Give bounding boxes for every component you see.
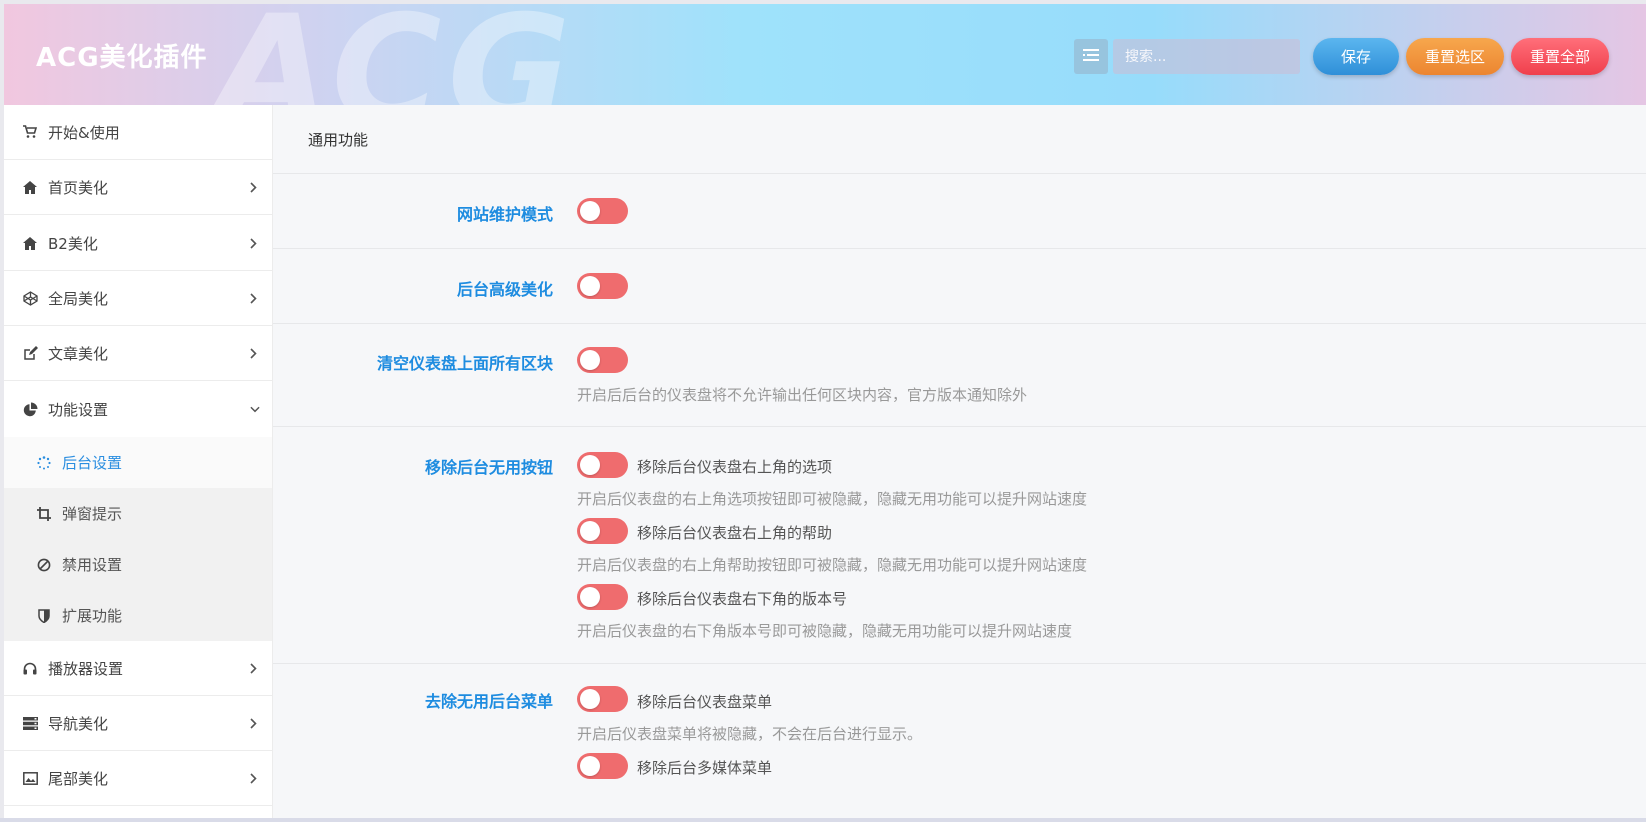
field-description: 开启后后台的仪表盘将不允许输出任何区块内容，官方版本通知除外 [577, 386, 1028, 404]
field-label: 后台高级美化 [456, 280, 553, 299]
shield-icon [36, 608, 52, 624]
reset-section-button[interactable]: 重置选区 [1406, 38, 1504, 75]
toggle-knob [580, 201, 600, 221]
sidebar-item-start[interactable]: 开始&使用 [4, 105, 272, 160]
home-icon [22, 235, 38, 251]
field-description: 开启后仪表盘菜单将被隐藏，不会在后台进行显示。 [577, 725, 923, 743]
sidebar-subitem-label: 扩展功能 [62, 607, 123, 625]
chevron-right-icon [250, 717, 260, 729]
header-watermark: ACG [214, 4, 577, 105]
ban-icon [36, 557, 52, 573]
sidebar-item-label: B2美化 [48, 234, 98, 253]
sidebar-item-home[interactable]: 首页美化 [4, 160, 272, 215]
toggle-text: 移除后台仪表盘右上角的选项 [637, 458, 833, 476]
field-label: 清空仪表盘上面所有区块 [376, 354, 553, 373]
remove-version-toggle[interactable] [577, 584, 628, 610]
search-input[interactable] [1113, 39, 1300, 74]
sidebar-item-global[interactable]: 全局美化 [4, 271, 272, 326]
pie-chart-icon [22, 402, 38, 418]
spinner-icon [36, 455, 52, 471]
sidebar-item-label: 文章美化 [48, 344, 109, 363]
sidebar-item-article[interactable]: 文章美化 [4, 326, 272, 381]
home-icon [22, 179, 38, 195]
menu-toggle-button[interactable] [1074, 39, 1108, 74]
field-admin-beautify: 后台高级美化 [273, 249, 1646, 324]
chevron-right-icon [250, 237, 260, 249]
chevron-down-icon [250, 404, 260, 416]
list-icon [1083, 47, 1099, 66]
sidebar-subitem-label: 后台设置 [62, 454, 123, 472]
crop-icon [36, 506, 52, 522]
sidebar-item-label: 导航美化 [48, 714, 109, 733]
sidebar-item-label: 播放器设置 [48, 659, 124, 678]
sidebar-subitem-admin-settings[interactable]: 后台设置 [4, 437, 272, 488]
edit-icon [22, 345, 38, 361]
sidebar-item-footer[interactable]: 尾部美化 [4, 751, 272, 806]
toggle-knob [580, 350, 600, 370]
chevron-right-icon [250, 662, 260, 674]
chevron-right-icon [250, 181, 260, 193]
sidebar-item-b2[interactable]: B2美化 [4, 216, 272, 271]
app-window: ACG ACG美化插件 保存 重置选区 重置全部 开始&使用 首页美化 B2美化 [4, 4, 1646, 822]
sidebar-item-player[interactable]: 播放器设置 [4, 641, 272, 696]
toggle-text: 移除后台仪表盘右下角的版本号 [637, 590, 848, 608]
maintenance-toggle[interactable] [577, 198, 628, 224]
toggle-knob [580, 521, 600, 541]
sidebar-subitem-label: 弹窗提示 [62, 505, 123, 523]
sidebar-item-label: 首页美化 [48, 178, 109, 197]
remove-dashboard-menu-toggle[interactable] [577, 686, 628, 712]
window-bottom-edge [0, 818, 1646, 822]
chevron-right-icon [250, 347, 260, 359]
save-button[interactable]: 保存 [1313, 38, 1399, 75]
sidebar-item-label: 功能设置 [48, 401, 109, 419]
toggle-knob [580, 455, 600, 475]
main-panel: 通用功能 网站维护模式 后台高级美化 清空仪表盘上面所有区块 开启后后台的仪表盘… [273, 105, 1646, 822]
sidebar-subitem-disable[interactable]: 禁用设置 [4, 539, 272, 590]
chevron-right-icon [250, 292, 260, 304]
sidebar-item-nav[interactable]: 导航美化 [4, 696, 272, 751]
server-icon [22, 715, 38, 731]
field-label: 去除无用后台菜单 [424, 692, 553, 711]
sidebar-subitem-label: 禁用设置 [62, 556, 123, 574]
sidebar-item-features[interactable]: 功能设置 [4, 382, 272, 437]
toggle-text: 移除后台多媒体菜单 [637, 759, 773, 777]
toggle-knob [580, 756, 600, 776]
sidebar-item-label: 尾部美化 [48, 769, 109, 788]
brand-title: ACG美化插件 [36, 43, 208, 73]
sidebar-item-label: 全局美化 [48, 289, 109, 308]
sidebar-subitem-popup[interactable]: 弹窗提示 [4, 488, 272, 539]
field-description: 开启后仪表盘的右上角帮助按钮即可被隐藏，隐藏无用功能可以提升网站速度 [577, 556, 1088, 574]
remove-media-menu-toggle[interactable] [577, 753, 628, 779]
cart-icon [22, 124, 38, 140]
sidebar-item-label: 开始&使用 [48, 123, 120, 142]
clear-dashboard-toggle[interactable] [577, 347, 628, 373]
field-remove-menus: 去除无用后台菜单 移除后台仪表盘菜单 开启后仪表盘菜单将被隐藏，不会在后台进行显… [273, 664, 1646, 822]
remove-help-toggle[interactable] [577, 518, 628, 544]
toggle-knob [580, 689, 600, 709]
field-description: 开启后仪表盘的右下角版本号即可被隐藏，隐藏无用功能可以提升网站速度 [577, 622, 1073, 640]
admin-beautify-toggle[interactable] [577, 273, 628, 299]
field-remove-buttons: 移除后台无用按钮 移除后台仪表盘右上角的选项 开启后仪表盘的右上角选项按钮即可被… [273, 427, 1646, 664]
header-bar: ACG ACG美化插件 保存 重置选区 重置全部 [4, 4, 1646, 105]
section-title: 通用功能 [273, 105, 1646, 174]
field-description: 开启后仪表盘的右上角选项按钮即可被隐藏，隐藏无用功能可以提升网站速度 [577, 490, 1088, 508]
field-clear-dashboard: 清空仪表盘上面所有区块 开启后后台的仪表盘将不允许输出任何区块内容，官方版本通知… [273, 324, 1646, 427]
remove-options-toggle[interactable] [577, 452, 628, 478]
sidebar-subitem-extensions[interactable]: 扩展功能 [4, 590, 272, 641]
toggle-knob [580, 587, 600, 607]
chevron-right-icon [250, 772, 260, 784]
codepen-icon [22, 290, 38, 306]
field-label: 移除后台无用按钮 [424, 458, 553, 477]
field-label: 网站维护模式 [456, 205, 553, 224]
headphones-icon [22, 660, 38, 676]
sidebar: 开始&使用 首页美化 B2美化 全局美化 文章美化 功能设置 后台设置 弹窗提示… [4, 105, 273, 822]
toggle-text: 移除后台仪表盘右上角的帮助 [637, 524, 833, 542]
image-icon [22, 770, 38, 786]
toggle-text: 移除后台仪表盘菜单 [637, 693, 773, 711]
reset-all-button[interactable]: 重置全部 [1511, 38, 1609, 75]
field-maintenance: 网站维护模式 [273, 174, 1646, 249]
toggle-knob [580, 276, 600, 296]
